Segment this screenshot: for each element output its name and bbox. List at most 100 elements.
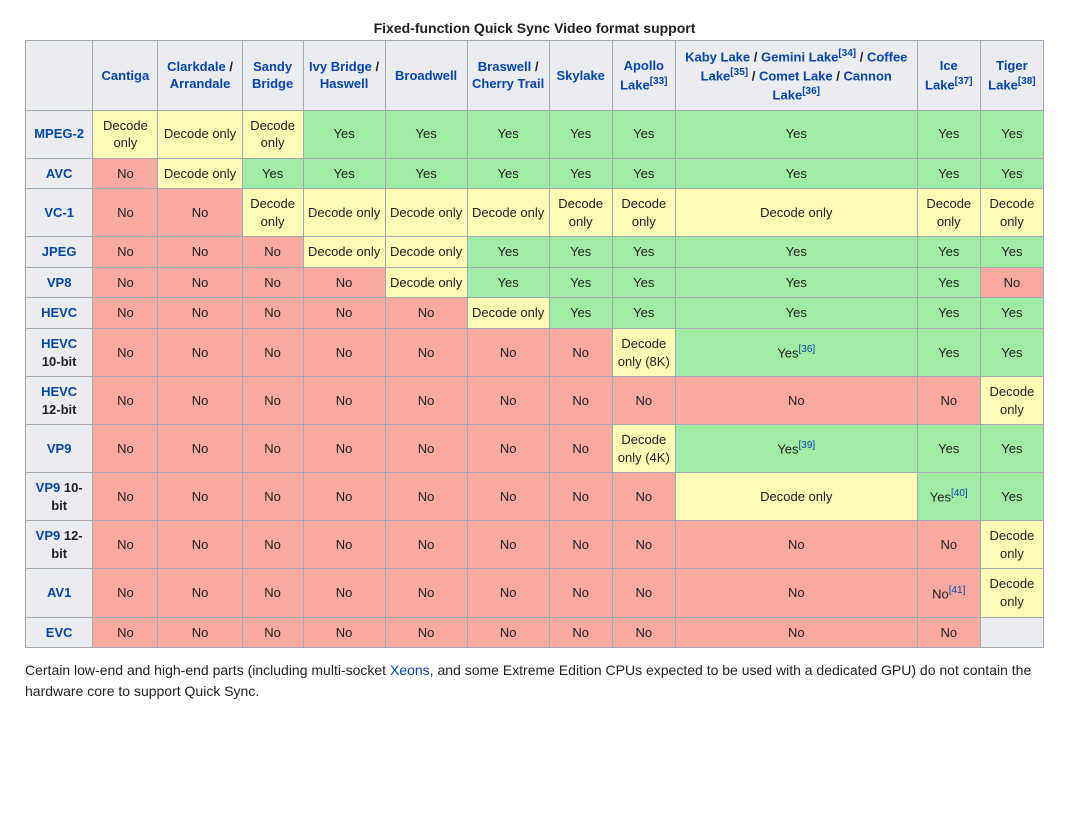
row-header: VP9 10-bit xyxy=(26,473,93,521)
table-row: VP9 12-bitNoNoNoNoNoNoNoNoNoNoDecode onl… xyxy=(26,521,1044,569)
support-cell: Decode only xyxy=(675,189,917,237)
wiki-link[interactable]: HEVC xyxy=(41,336,77,351)
reference-link[interactable]: [41] xyxy=(949,585,966,596)
reference-link[interactable]: [37] xyxy=(955,76,973,87)
column-header: Ice Lake[37] xyxy=(917,41,980,111)
support-cell: No xyxy=(385,298,467,329)
reference-link[interactable]: [34] xyxy=(838,48,856,59)
wiki-link[interactable]: Kaby Lake xyxy=(685,49,750,64)
wiki-link[interactable]: Braswell xyxy=(478,59,531,74)
support-cell: Decode only xyxy=(158,110,242,158)
support-cell: No xyxy=(385,521,467,569)
reference-link[interactable]: [33] xyxy=(650,76,668,87)
support-cell: Yes xyxy=(675,110,917,158)
wiki-link[interactable]: EVC xyxy=(46,625,73,640)
row-header: VP9 12-bit xyxy=(26,521,93,569)
reference-link[interactable]: [36] xyxy=(802,86,820,97)
support-cell: No xyxy=(158,617,242,648)
table-row: VP8NoNoNoNoDecode onlyYesYesYesYesYesNo xyxy=(26,267,1044,298)
column-header: Kaby Lake / Gemini Lake[34] / Coffee Lak… xyxy=(675,41,917,111)
table-row: VC-1NoNoDecode onlyDecode onlyDecode onl… xyxy=(26,189,1044,237)
table-row: AV1NoNoNoNoNoNoNoNoNoNo[41]Decode only xyxy=(26,569,1044,617)
table-row: HEVCNoNoNoNoNoDecode onlyYesYesYesYesYes xyxy=(26,298,1044,329)
column-header: Braswell / Cherry Trail xyxy=(467,41,549,111)
wiki-link[interactable]: VP9 xyxy=(47,441,72,456)
wiki-link[interactable]: HEVC xyxy=(41,384,77,399)
row-header: JPEG xyxy=(26,237,93,268)
support-cell: Yes xyxy=(980,237,1043,268)
support-cell: No xyxy=(467,377,549,425)
support-cell: No xyxy=(917,521,980,569)
wiki-link[interactable]: Ivy Bridge xyxy=(309,59,372,74)
support-cell: No xyxy=(242,267,303,298)
wiki-link[interactable]: Broadwell xyxy=(395,68,457,83)
wiki-link[interactable]: AVC xyxy=(46,166,72,181)
support-cell: Yes xyxy=(675,158,917,189)
support-cell: No xyxy=(467,569,549,617)
corner-cell xyxy=(26,41,93,111)
wiki-link[interactable]: VP9 xyxy=(36,480,61,495)
support-cell: No xyxy=(158,473,242,521)
wiki-link[interactable]: Arrandale xyxy=(170,76,231,91)
wiki-link[interactable]: VC-1 xyxy=(44,205,74,220)
support-cell: No xyxy=(93,298,158,329)
wiki-link[interactable]: Skylake xyxy=(556,68,604,83)
support-cell: No xyxy=(242,569,303,617)
support-cell: No xyxy=(385,569,467,617)
support-cell: Decode only xyxy=(93,110,158,158)
support-cell: Decode only xyxy=(385,237,467,268)
support-cell: No xyxy=(158,425,242,473)
wiki-link[interactable]: HEVC xyxy=(41,305,77,320)
reference-link[interactable]: [36] xyxy=(799,344,816,355)
support-cell: No xyxy=(303,329,385,377)
wiki-link[interactable]: JPEG xyxy=(42,244,77,259)
reference-link[interactable]: [39] xyxy=(799,440,816,451)
support-cell: No xyxy=(675,377,917,425)
wiki-link[interactable]: Xeons xyxy=(390,662,430,678)
support-cell: No xyxy=(467,521,549,569)
wiki-link[interactable]: Cantiga xyxy=(102,68,150,83)
support-cell: No xyxy=(385,377,467,425)
footnote: Certain low-end and high-end parts (incl… xyxy=(25,660,1044,702)
support-cell: Decode only xyxy=(467,189,549,237)
support-cell: No xyxy=(612,473,675,521)
reference-link[interactable]: [38] xyxy=(1018,76,1036,87)
support-cell: Yes xyxy=(549,110,612,158)
row-header: EVC xyxy=(26,617,93,648)
wiki-link[interactable]: VP9 xyxy=(36,528,61,543)
support-cell: No xyxy=(158,329,242,377)
support-cell: No xyxy=(917,617,980,648)
wiki-link[interactable]: Haswell xyxy=(320,76,368,91)
support-cell: No xyxy=(303,521,385,569)
wiki-link[interactable]: Clarkdale xyxy=(167,59,226,74)
wiki-link[interactable]: Cherry Trail xyxy=(472,76,544,91)
row-header: VC-1 xyxy=(26,189,93,237)
support-cell: No xyxy=(242,521,303,569)
support-cell: Yes xyxy=(980,473,1043,521)
support-cell: No xyxy=(303,569,385,617)
support-cell: No[41] xyxy=(917,569,980,617)
support-cell: Yes xyxy=(612,298,675,329)
support-cell: Decode only (4K) xyxy=(612,425,675,473)
wiki-link[interactable]: VP8 xyxy=(47,275,72,290)
wiki-link[interactable]: MPEG-2 xyxy=(34,126,84,141)
support-cell: Yes[40] xyxy=(917,473,980,521)
reference-link[interactable]: [35] xyxy=(730,67,748,78)
support-cell: No xyxy=(612,569,675,617)
wiki-link[interactable]: Ice Lake xyxy=(925,58,958,92)
wiki-link[interactable]: Sandy Bridge xyxy=(252,59,293,92)
support-cell: Yes xyxy=(917,158,980,189)
support-cell: Decode only xyxy=(980,377,1043,425)
reference-link[interactable]: [40] xyxy=(951,488,968,499)
row-header: VP9 xyxy=(26,425,93,473)
support-cell: Yes xyxy=(467,237,549,268)
row-header: VP8 xyxy=(26,267,93,298)
column-header: Broadwell xyxy=(385,41,467,111)
support-cell: Yes xyxy=(917,298,980,329)
support-cell: No xyxy=(612,377,675,425)
wiki-link[interactable]: Gemini Lake xyxy=(761,49,838,64)
wiki-link[interactable]: AV1 xyxy=(47,585,71,600)
support-cell: No xyxy=(93,377,158,425)
support-cell: Yes xyxy=(549,267,612,298)
wiki-link[interactable]: Comet Lake xyxy=(759,68,833,83)
